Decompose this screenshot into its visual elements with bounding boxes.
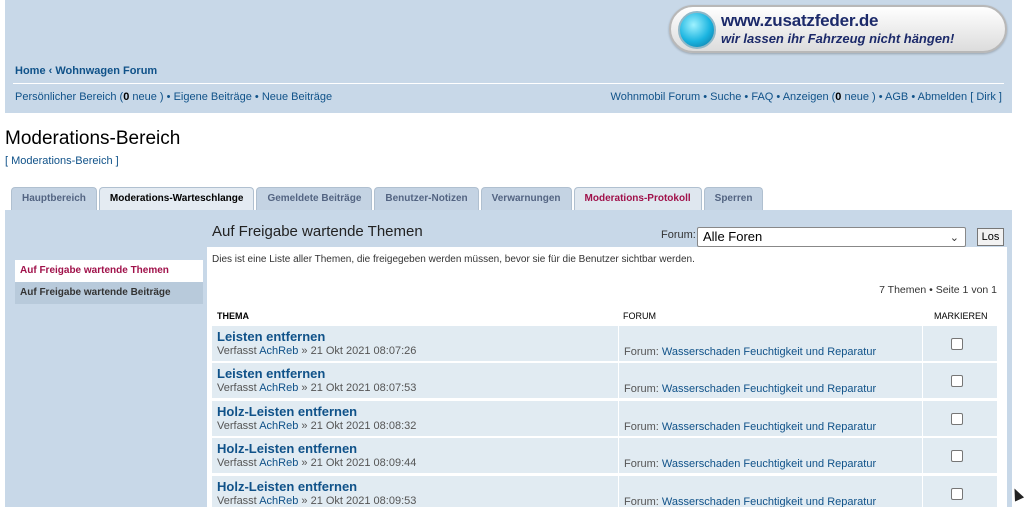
table-row: Leisten entfernen Verfasst AchReb » 21 O…: [212, 363, 997, 399]
topic-meta: Verfasst AchReb » 21 Okt 2021 08:09:53: [217, 495, 417, 507]
forum-cell: Forum: Wasserschaden Feuchtigkeit und Re…: [618, 438, 922, 474]
author-link[interactable]: AchReb: [259, 382, 298, 394]
tab-verwarnungen[interactable]: Verwarnungen: [480, 187, 572, 210]
forum-cell: Forum: Wasserschaden Feuchtigkeit und Re…: [618, 363, 922, 399]
topic-title-link[interactable]: Holz-Leisten entfernen: [217, 441, 357, 456]
main-header: Auf Freigabe wartende Themen Forum: Alle…: [207, 217, 1007, 247]
mark-cell: [922, 438, 997, 474]
topic-meta: Verfasst AchReb » 21 Okt 2021 08:09:44: [217, 457, 417, 469]
section-title: Auf Freigabe wartende Themen: [212, 223, 423, 240]
forum-link[interactable]: Wasserschaden Feuchtigkeit und Reparatur: [662, 496, 876, 507]
tab-sperren[interactable]: Sperren: [703, 187, 764, 210]
faq-link[interactable]: FAQ: [751, 91, 773, 103]
site-header: www.zusatzfeder.de wir lassen ihr Fahrze…: [5, 0, 1012, 113]
section-description: Dies ist eine Liste aller Themen, die fr…: [212, 254, 695, 265]
wohnmobil-forum-link[interactable]: Wohnmobil Forum: [611, 91, 701, 103]
topic-title-link[interactable]: Holz-Leisten entfernen: [217, 404, 357, 419]
forum-filter-label: Forum:: [661, 229, 696, 241]
sidebar-menu: Auf Freigabe wartende Themen Auf Freigab…: [15, 260, 203, 304]
go-button[interactable]: Los: [977, 228, 1004, 246]
author-link[interactable]: AchReb: [259, 495, 298, 507]
author-link[interactable]: AchReb: [259, 420, 298, 432]
sub-breadcrumb-link[interactable]: [ Moderations-Bereich ]: [5, 155, 119, 167]
mark-cell: [922, 401, 997, 437]
sponsor-banner[interactable]: www.zusatzfeder.de wir lassen ihr Fahrze…: [669, 5, 1007, 53]
agb-link[interactable]: AGB: [885, 91, 908, 103]
topic-title-link[interactable]: Leisten entfernen: [217, 329, 325, 344]
column-header-thema: THEMA: [217, 311, 249, 321]
table-header: THEMA FORUM MARKIEREN: [212, 305, 997, 325]
topic-title-link[interactable]: Holz-Leisten entfernen: [217, 479, 357, 494]
banner-url: www.zusatzfeder.de: [721, 11, 879, 30]
mcp-tabs: Hauptbereich Moderations-Warteschlange G…: [11, 187, 764, 211]
author-link[interactable]: AchReb: [259, 457, 298, 469]
tab-moderations-warteschlange[interactable]: Moderations-Warteschlange: [98, 187, 255, 211]
page-title: Moderations-Bereich: [5, 128, 181, 149]
chevron-down-icon: ⌄: [949, 232, 959, 244]
ads-link[interactable]: Anzeigen (0 neue ): [783, 91, 876, 103]
tab-moderations-protokoll[interactable]: Moderations-Protokoll: [573, 187, 702, 210]
breadcrumb-home-link[interactable]: Home: [15, 65, 46, 77]
header-divider: [13, 83, 1004, 84]
forum-cell: Forum: Wasserschaden Feuchtigkeit und Re…: [618, 401, 922, 437]
table-row: Holz-Leisten entfernen Verfasst AchReb »…: [212, 438, 997, 474]
column-header-forum: FORUM: [623, 311, 656, 321]
breadcrumb-forum-link[interactable]: Wohnwagen Forum: [55, 65, 157, 77]
forum-link[interactable]: Wasserschaden Feuchtigkeit und Reparatur: [662, 383, 876, 395]
mark-cell: [922, 326, 997, 362]
table-row: Leisten entfernen Verfasst AchReb » 21 O…: [212, 326, 997, 362]
tab-gemeldete-beitraege[interactable]: Gemeldete Beiträge: [256, 187, 373, 210]
forum-link[interactable]: Wasserschaden Feuchtigkeit und Reparatur: [662, 458, 876, 470]
banner-logo-icon: [678, 11, 716, 49]
mark-cell: [922, 363, 997, 399]
mark-checkbox[interactable]: [951, 413, 963, 425]
main-content: Auf Freigabe wartende Themen Forum: Alle…: [207, 217, 1007, 507]
sidebar-item-waiting-posts[interactable]: Auf Freigabe wartende Beiträge: [15, 282, 203, 304]
mark-cell: [922, 476, 997, 507]
logout-link[interactable]: Abmelden [ Dirk ]: [918, 91, 1002, 103]
table-row: Holz-Leisten entfernen Verfasst AchReb »…: [212, 476, 997, 507]
pagination-info: 7 Themen • Seite 1 von 1: [879, 284, 997, 296]
mark-checkbox[interactable]: [951, 450, 963, 462]
topic-meta: Verfasst AchReb » 21 Okt 2021 08:07:53: [217, 382, 417, 394]
author-link[interactable]: AchReb: [259, 345, 298, 357]
table-row: Holz-Leisten entfernen Verfasst AchReb »…: [212, 401, 997, 437]
user-nav-left: Persönlicher Bereich (0 neue ) • Eigene …: [15, 91, 333, 103]
sidebar-item-waiting-topics[interactable]: Auf Freigabe wartende Themen: [15, 260, 203, 282]
user-nav-right: Wohnmobil Forum • Suche • FAQ • Anzeigen…: [610, 91, 1002, 103]
forum-filter-select[interactable]: Alle Foren ⌄: [697, 227, 966, 247]
breadcrumb-separator: ‹: [48, 65, 53, 77]
new-posts-link[interactable]: Neue Beiträge: [262, 91, 332, 103]
forum-link[interactable]: Wasserschaden Feuchtigkeit und Reparatur: [662, 346, 876, 358]
mcp-panel: Auf Freigabe wartende Themen Auf Freigab…: [5, 210, 1012, 507]
tab-benutzer-notizen[interactable]: Benutzer-Notizen: [374, 187, 479, 210]
topic-meta: Verfasst AchReb » 21 Okt 2021 08:08:32: [217, 420, 417, 432]
mark-checkbox[interactable]: [951, 338, 963, 350]
tab-hauptbereich[interactable]: Hauptbereich: [11, 187, 97, 210]
column-header-mark: MARKIEREN: [934, 311, 988, 321]
topic-title-link[interactable]: Leisten entfernen: [217, 366, 325, 381]
mouse-cursor-icon: [1009, 486, 1024, 502]
forum-link[interactable]: Wasserschaden Feuchtigkeit und Reparatur: [662, 421, 876, 433]
search-link[interactable]: Suche: [710, 91, 741, 103]
forum-filter-value: Alle Foren: [703, 229, 763, 244]
personal-area-link[interactable]: Persönlicher Bereich (0 neue ): [15, 91, 164, 103]
topic-meta: Verfasst AchReb » 21 Okt 2021 08:07:26: [217, 345, 417, 357]
forum-cell: Forum: Wasserschaden Feuchtigkeit und Re…: [618, 326, 922, 362]
forum-cell: Forum: Wasserschaden Feuchtigkeit und Re…: [618, 476, 922, 507]
breadcrumb: Home ‹ Wohnwagen Forum: [15, 65, 157, 77]
banner-slogan: wir lassen ihr Fahrzeug nicht hängen!: [721, 31, 955, 46]
mark-checkbox[interactable]: [951, 375, 963, 387]
own-posts-link[interactable]: Eigene Beiträge: [174, 91, 252, 103]
mark-checkbox[interactable]: [951, 488, 963, 500]
